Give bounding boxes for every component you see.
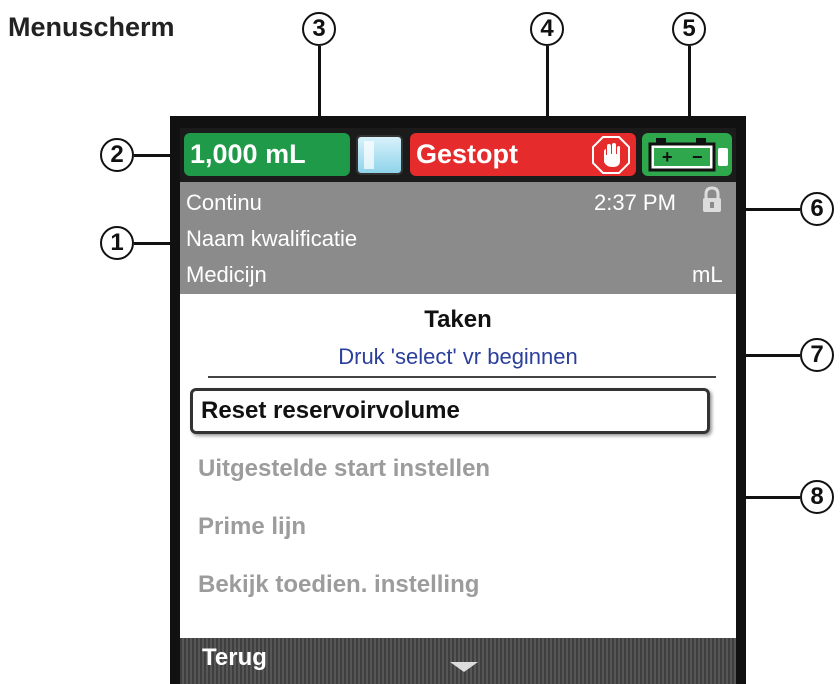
svg-text:−: − — [692, 147, 703, 167]
menu-item-prime-line[interactable]: Prime lijn — [190, 504, 710, 550]
therapy-info-panel: Continu 2:37 PM Naam kwalificatie Medici… — [180, 182, 736, 294]
menu-instruction: Druk 'select' vr beginnen — [338, 344, 578, 369]
unit-label: mL — [692, 262, 723, 287]
status-bar: 1,000 mL Gestopt + − — [180, 128, 736, 182]
clock: 2:37 PM — [594, 190, 676, 215]
callout-6: 6 — [800, 192, 834, 226]
back-softkey[interactable]: Terug — [202, 644, 267, 672]
mode-label: Continu — [186, 190, 262, 215]
menu-item-reset-volume[interactable]: Reset reservoirvolume — [190, 388, 710, 434]
fluid-bag-icon — [356, 135, 403, 175]
callout-5: 5 — [672, 12, 706, 46]
state-label: Gestopt — [416, 139, 519, 169]
lock-icon — [703, 186, 721, 212]
battery-icon: + − — [642, 133, 732, 176]
figure-title: Menuscherm — [8, 12, 175, 42]
callout-2: 2 — [100, 138, 134, 172]
menu-divider — [208, 376, 716, 378]
callout-4: 4 — [530, 12, 564, 46]
callout-3: 3 — [302, 12, 336, 46]
menu-item-view-settings[interactable]: Bekijk toedien. instelling — [190, 562, 710, 608]
stop-hand-icon — [592, 136, 630, 174]
menu-item-delayed-start[interactable]: Uitgestelde start instellen — [190, 446, 710, 492]
volume-badge: 1,000 mL — [184, 133, 350, 176]
qualification-label: Naam kwalificatie — [186, 226, 358, 251]
task-menu: Taken Druk 'select' vr beginnen Reset re… — [180, 294, 736, 638]
softkey-bar: Terug — [180, 638, 736, 684]
callout-7: 7 — [800, 338, 834, 372]
pump-screen: 1,000 mL Gestopt + − Continu 2:37 PM Naa… — [180, 128, 736, 684]
callout-1: 1 — [100, 226, 134, 260]
svg-text:+: + — [662, 147, 673, 167]
scroll-down-icon[interactable] — [450, 662, 478, 672]
callout-8: 8 — [800, 480, 834, 514]
menu-title: Taken — [424, 306, 492, 333]
drug-label: Medicijn — [186, 262, 267, 287]
